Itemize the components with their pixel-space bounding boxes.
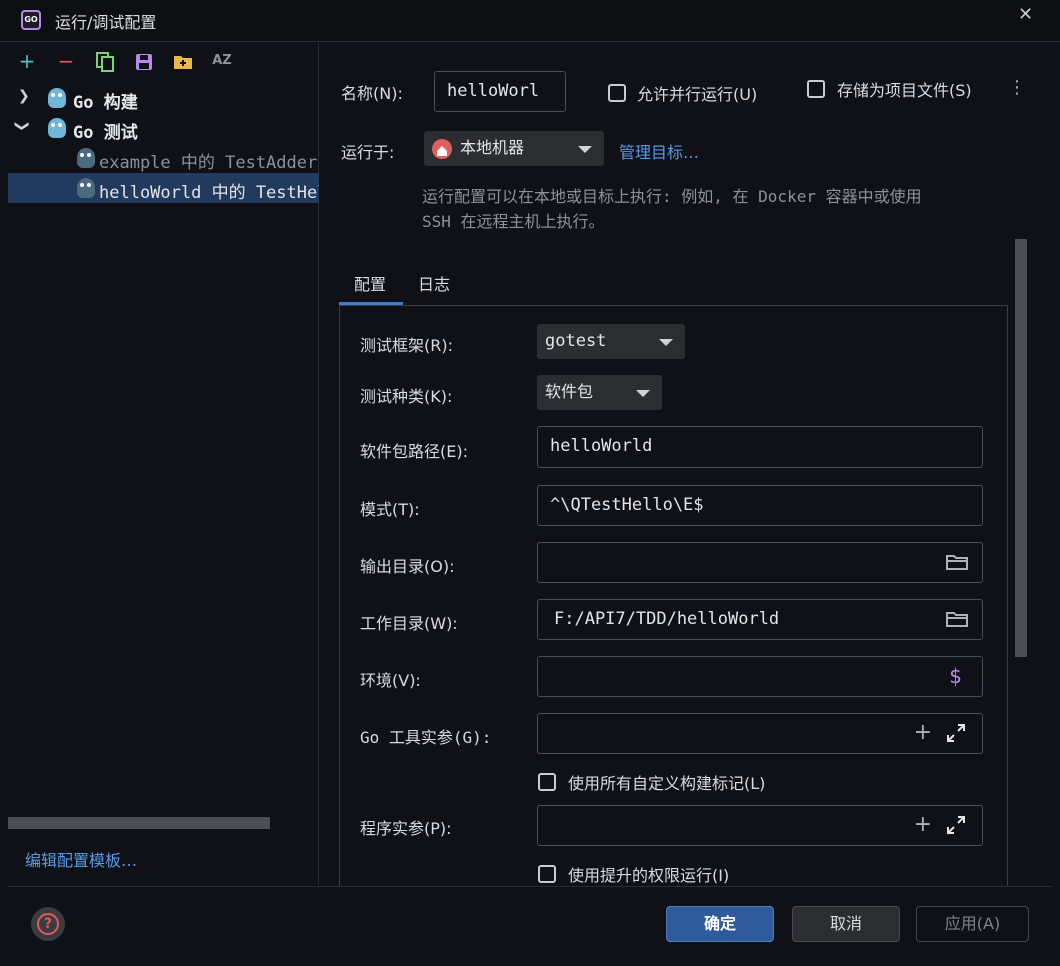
run-elevated-checkbox[interactable] [538,865,556,883]
pattern-label: 模式(T): [360,500,420,519]
configuration-editor: 名称(N): helloWorl 允许并行运行(U) 存储为项目文件(S) ⋮ … [320,43,1060,895]
tree-item-example-test[interactable]: example 中的 TestAdder [8,143,319,173]
gopher-test-icon [77,178,95,198]
output-dir-input[interactable] [537,542,983,583]
manage-targets-link[interactable]: 管理目标… [619,139,699,163]
sidebar-toolbar: + − AZ [8,43,319,79]
tab-configuration[interactable]: 配置 [354,271,386,295]
run-on-value: 本地机器 [460,138,525,157]
package-path-label: 软件包路径(E): [360,442,468,461]
tree-item-go-build[interactable]: ❯ Go 构建 [8,83,319,113]
framework-value: gotest [545,331,607,351]
sort-alpha-icon[interactable]: AZ [211,51,233,73]
remove-icon[interactable]: − [55,51,77,73]
go-tool-args-input[interactable]: + [537,713,983,754]
output-dir-label: 输出目录(O): [360,557,455,576]
window-title: 运行/调试配置 [55,13,157,32]
tree-item-helloworld-test[interactable]: helloWorld 中的 TestHello [8,173,319,203]
use-all-tags-label: 使用所有自定义构建标记(L) [568,774,766,793]
tree-item-label: Go 构建 [73,93,138,113]
store-as-file-label: 存储为项目文件(S) [837,81,972,100]
title-bar: GO 运行/调试配置 ✕ [0,0,1060,42]
pattern-input[interactable]: ^\QTestHello\E$ [537,485,983,526]
store-as-file-checkbox[interactable] [807,80,825,98]
env-input[interactable]: $ [537,656,983,697]
program-args-input[interactable]: + [537,805,983,846]
help-icon: ? [37,913,59,935]
framework-select[interactable]: gotest [537,324,685,359]
package-path-input[interactable]: helloWorld [537,426,983,468]
workdir-label: 工作目录(W): [360,614,458,633]
close-icon[interactable]: ✕ [1018,4,1033,25]
expand-icon[interactable] [946,806,966,844]
expand-icon[interactable] [946,714,966,752]
run-on-description-line2: SSH 在远程主机上执行。 [422,212,605,231]
name-label: 名称(N): [341,84,403,103]
test-kind-label: 测试种类(K): [360,387,453,406]
name-input[interactable]: helloWorl [434,71,566,112]
cancel-button[interactable]: 取消 [792,906,900,942]
run-on-select[interactable]: 本地机器 [424,131,604,166]
run-on-description-line1: 运行配置可以在本地或目标上执行: 例如, 在 Docker 容器中或使用 [422,187,922,206]
save-icon[interactable] [133,51,155,73]
help-button[interactable]: ? [31,907,65,941]
test-kind-select[interactable]: 软件包 [537,375,662,410]
ok-button[interactable]: 确定 [666,906,774,942]
apply-button[interactable]: 应用(A) [916,906,1029,942]
go-tool-args-label: Go 工具实参(G): [360,728,492,747]
chevron-right-icon[interactable]: ❯ [18,88,30,104]
allow-parallel-checkbox[interactable] [608,84,626,102]
tree-item-label: example 中的 TestAdder [99,153,318,173]
run-on-label: 运行于: [341,143,395,162]
run-elevated-label: 使用提升的权限运行(I) [568,866,730,885]
folder-icon[interactable] [946,600,968,638]
folder-icon[interactable] [946,543,968,581]
dialog-footer: ? 确定 取消 应用(A) [8,886,1052,958]
horizontal-scrollbar[interactable] [8,817,270,829]
vertical-scrollbar[interactable] [1015,239,1027,657]
more-options-icon[interactable]: ⋮ [1008,77,1026,98]
chevron-down-icon[interactable]: ❯ [14,120,30,132]
configurations-sidebar: + − AZ ❯ Go 构建 ❯ Go 测试 example 中的 TestAd… [8,43,319,885]
workdir-value: F:/API7/TDD/helloWorld [554,609,780,629]
add-icon[interactable]: + [16,51,38,73]
gopher-icon [48,118,66,138]
chevron-down-icon [636,390,650,397]
plus-icon[interactable]: + [914,806,932,844]
copy-icon[interactable] [94,51,116,73]
goland-app-icon: GO [21,10,41,30]
program-args-label: 程序实参(P): [360,819,452,838]
add-folder-icon[interactable] [172,51,194,73]
env-label: 环境(V): [360,671,421,690]
chevron-down-icon [659,339,673,346]
use-all-tags-checkbox[interactable] [538,773,556,791]
gopher-icon [48,88,66,108]
framework-label: 测试框架(R): [360,336,453,355]
tree-item-label: helloWorld 中的 TestHello [99,183,319,203]
allow-parallel-label: 允许并行运行(U) [637,85,758,104]
edit-templates-link[interactable]: 编辑配置模板… [25,847,137,871]
test-kind-value: 软件包 [545,382,594,401]
tab-logs[interactable]: 日志 [418,271,450,295]
tree-item-go-test[interactable]: ❯ Go 测试 [8,113,319,143]
home-icon [432,139,452,159]
plus-icon[interactable]: + [914,714,932,752]
tree-item-label: Go 测试 [73,123,138,143]
workdir-input[interactable]: F:/API7/TDD/helloWorld [537,599,983,640]
dollar-icon[interactable]: $ [949,657,962,695]
gopher-test-icon [77,148,95,168]
chevron-down-icon [578,146,592,153]
